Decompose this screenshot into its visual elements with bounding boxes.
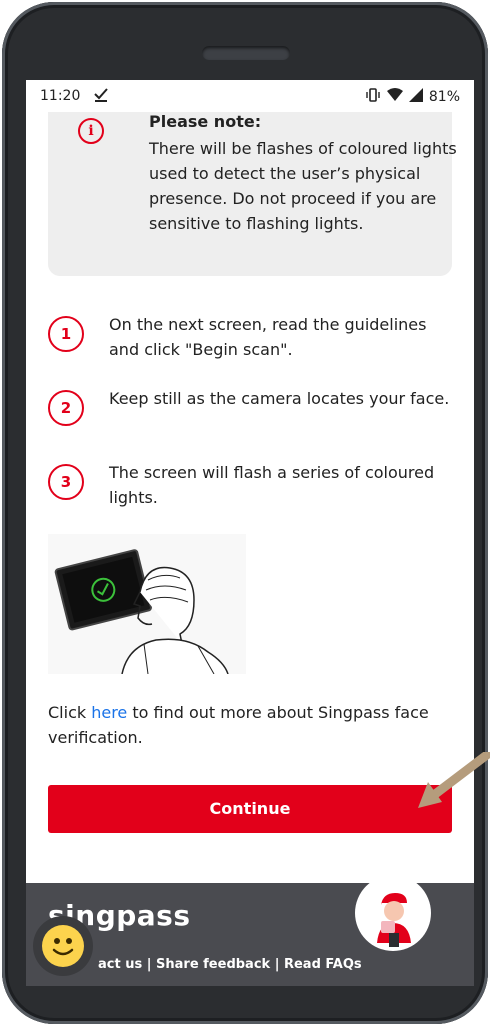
here-link[interactable]: here (91, 703, 127, 722)
steps-list: 1 On the next screen, read the guideline… (48, 312, 458, 534)
notice-box: i Please note: There will be flashes of … (48, 100, 457, 276)
step-item: 1 On the next screen, read the guideline… (48, 312, 458, 386)
status-icons: 81% (365, 88, 460, 106)
smiley-icon (42, 925, 84, 967)
step-item: 3 The screen will flash a series of colo… (48, 460, 458, 534)
step-text: The screen will flash a series of colour… (109, 463, 435, 507)
info-prefix: Click (48, 703, 92, 722)
app-screen: 11:20 81% i Please note: There will be f… (26, 80, 474, 986)
footer: singpass act us | Share feedback | Read … (26, 875, 474, 986)
feedback-emoji-button[interactable] (33, 916, 93, 976)
step-number: 3 (48, 464, 84, 500)
step-text: On the next screen, read the guidelines … (109, 315, 427, 359)
continue-button[interactable]: Continue (48, 785, 452, 833)
status-bar: 11:20 81% (26, 80, 474, 112)
wifi-icon (386, 88, 403, 106)
download-done-icon (94, 86, 108, 106)
face-scan-illustration (48, 534, 246, 675)
vibrate-icon (365, 88, 381, 106)
step-item: 2 Keep still as the camera locates your … (48, 386, 458, 460)
notice-body: There will be flashes of coloured lights… (149, 139, 457, 233)
mascot-avatar[interactable] (355, 875, 431, 951)
notice-title: Please note: (149, 112, 262, 131)
info-icon: i (78, 118, 104, 144)
status-time: 11:20 (40, 88, 81, 104)
phone-speaker (202, 46, 290, 60)
footer-links[interactable]: act us | Share feedback | Read FAQs (98, 957, 362, 972)
phone-frame: 11:20 81% i Please note: There will be f… (2, 2, 488, 1024)
step-number: 2 (48, 390, 84, 426)
signal-icon (408, 88, 423, 106)
step-text: Keep still as the camera locates your fa… (109, 389, 450, 408)
step-number: 1 (48, 316, 84, 352)
battery-level: 81% (428, 89, 460, 105)
more-info-text: Click here to find out more about Singpa… (48, 700, 448, 750)
arrow-pointer-icon (418, 752, 490, 808)
